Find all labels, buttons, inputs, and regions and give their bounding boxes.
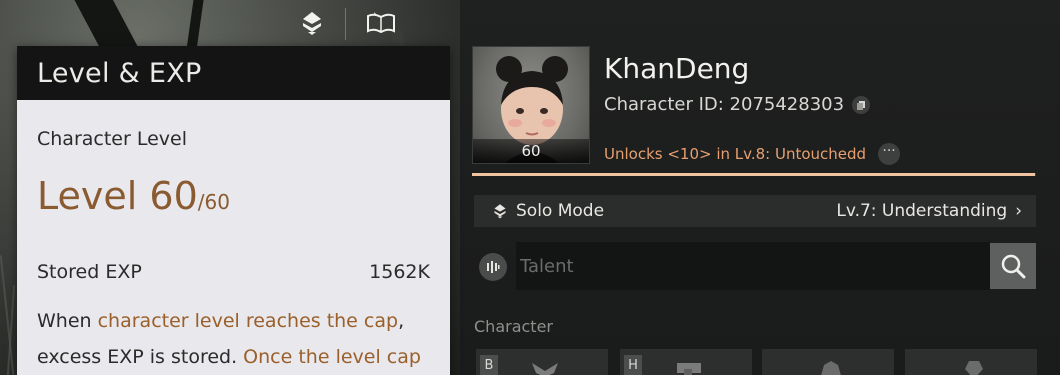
solo-mode-right: Lv.7: Understanding › bbox=[836, 201, 1022, 221]
level-exp-tooltip: Level & EXP Character Level Level 60/60 … bbox=[17, 46, 450, 375]
equipment-slot[interactable]: B bbox=[476, 349, 608, 375]
portrait-level: 60 bbox=[473, 139, 589, 163]
exp-description: When character level reaches the cap, ex… bbox=[37, 303, 430, 375]
level-value: Level 60/60 bbox=[37, 174, 430, 218]
search-button[interactable] bbox=[990, 243, 1036, 289]
solo-mode-label: Solo Mode bbox=[516, 201, 605, 221]
book-icon bbox=[367, 12, 395, 34]
unlock-text: Unlocks <10> in Lv.8: Untouchedd bbox=[604, 145, 867, 163]
desc-text: When bbox=[37, 310, 98, 332]
stored-exp-label: Stored EXP bbox=[37, 261, 142, 283]
level-progress-bar bbox=[472, 173, 1036, 176]
stored-exp-row: Stored EXP 1562K bbox=[37, 261, 430, 283]
solo-mode-value: Lv.7: Understanding bbox=[836, 201, 1008, 221]
talent-search-input[interactable] bbox=[516, 242, 990, 290]
character-portrait[interactable]: 60 bbox=[472, 46, 590, 164]
gear-icon bbox=[532, 363, 558, 375]
character-section-label: Character bbox=[474, 317, 553, 336]
talent-icon bbox=[487, 261, 500, 273]
solo-mode-tab-button[interactable] bbox=[293, 4, 331, 42]
search-icon bbox=[1001, 254, 1026, 279]
desc-highlight: character level reaches the cap bbox=[97, 310, 399, 332]
slot-hotkey: B bbox=[480, 355, 498, 375]
desc-text: , bbox=[398, 310, 405, 332]
solo-mode-icon bbox=[494, 204, 506, 219]
gear-icon bbox=[821, 361, 841, 375]
journal-tab-button[interactable] bbox=[362, 4, 400, 42]
tooltip-header: Level & EXP bbox=[17, 46, 450, 100]
unlock-row: Unlocks <10> in Lv.8: Untouchedd ··· bbox=[604, 143, 901, 165]
level-progress-fill bbox=[472, 173, 1035, 176]
equipment-slot[interactable] bbox=[905, 349, 1037, 375]
more-icon: ··· bbox=[882, 143, 896, 159]
desc-highlight: Once the level cap bbox=[243, 346, 421, 368]
talent-button[interactable] bbox=[479, 253, 507, 281]
desc-text: excess EXP is stored. bbox=[37, 346, 244, 368]
top-divider bbox=[345, 8, 346, 40]
character-level-label: Character Level bbox=[37, 128, 187, 150]
level-text: Level 60 bbox=[37, 174, 198, 218]
chevron-right-icon: › bbox=[1015, 201, 1022, 221]
character-name: KhanDeng bbox=[604, 52, 750, 85]
copy-icon bbox=[857, 100, 866, 110]
solo-mode-left: Solo Mode bbox=[492, 201, 604, 221]
gear-icon bbox=[677, 363, 701, 375]
tooltip-title: Level & EXP bbox=[37, 57, 202, 89]
more-button[interactable]: ··· bbox=[878, 143, 901, 165]
character-id-row: Character ID: 2075428303 bbox=[604, 94, 871, 115]
copy-id-button[interactable] bbox=[852, 95, 871, 114]
stored-exp-value: 1562K bbox=[369, 261, 430, 283]
equipment-slot[interactable]: H bbox=[620, 349, 752, 375]
level-cap: /60 bbox=[197, 190, 230, 214]
character-id: Character ID: 2075428303 bbox=[604, 94, 845, 115]
solo-mode-icon bbox=[303, 12, 321, 35]
equipment-slot[interactable] bbox=[762, 349, 894, 375]
slot-hotkey: H bbox=[624, 355, 642, 375]
gear-icon bbox=[965, 361, 983, 375]
solo-mode-row[interactable]: Solo Mode Lv.7: Understanding › bbox=[474, 195, 1036, 227]
